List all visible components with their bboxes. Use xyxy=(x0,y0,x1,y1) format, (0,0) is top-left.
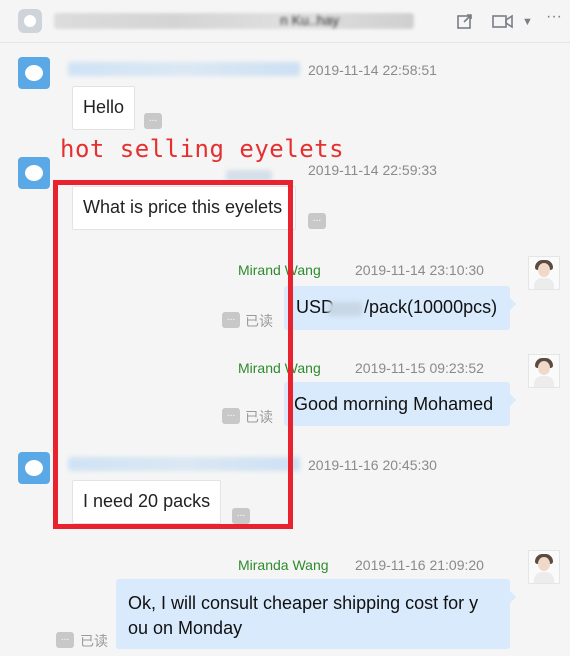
message-more-icon[interactable]: ... xyxy=(56,632,74,648)
price-redacted xyxy=(328,302,362,316)
chat-title: n Ku..hay xyxy=(280,12,340,28)
sender-name: Miranda Wang xyxy=(238,557,329,573)
more-icon[interactable]: ··· xyxy=(546,8,562,26)
message-timestamp: 2019-11-16 20:45:30 xyxy=(308,457,437,473)
message-timestamp: 2019-11-16 21:09:20 xyxy=(355,557,484,573)
message-bubble[interactable]: Ok, I will consult cheaper shipping cost… xyxy=(116,579,516,649)
message-timestamp: 2019-11-15 09:23:52 xyxy=(355,360,484,376)
message-timestamp: 2019-11-14 23:10:30 xyxy=(355,262,484,278)
video-icon[interactable] xyxy=(492,12,514,35)
contact-avatar[interactable] xyxy=(18,157,50,189)
message-more-icon[interactable]: ... xyxy=(308,213,326,229)
contact-name-redacted xyxy=(68,62,300,76)
contact-avatar[interactable] xyxy=(18,452,50,484)
message-timestamp: 2019-11-14 22:58:51 xyxy=(308,62,437,78)
chat-avatar-icon[interactable] xyxy=(18,9,42,33)
message-line: Ok, I will consult cheaper shipping cost… xyxy=(128,593,479,613)
highlight-box xyxy=(53,180,293,529)
message-bubble[interactable]: Hello xyxy=(72,86,136,130)
message-line: ou on Monday xyxy=(128,618,243,638)
user-avatar[interactable] xyxy=(528,550,560,584)
chevron-down-icon[interactable]: ▼ xyxy=(522,13,533,31)
message-bubble[interactable]: USD /pack(10000pcs) xyxy=(284,286,516,330)
user-avatar[interactable] xyxy=(528,354,560,388)
contact-avatar[interactable] xyxy=(18,57,50,89)
share-icon[interactable] xyxy=(456,12,474,35)
user-avatar[interactable] xyxy=(528,256,560,290)
message-bubble[interactable]: Good morning Mohamed xyxy=(284,382,516,426)
read-status: 已读 xyxy=(80,633,108,649)
title-redacted xyxy=(54,13,414,29)
chat-header: n Ku..hay ▼ ··· xyxy=(0,0,570,43)
annotation-label: hot selling eyelets xyxy=(60,135,345,163)
message-timestamp: 2019-11-14 22:59:33 xyxy=(308,162,437,178)
message-more-icon[interactable]: ... xyxy=(144,113,162,129)
